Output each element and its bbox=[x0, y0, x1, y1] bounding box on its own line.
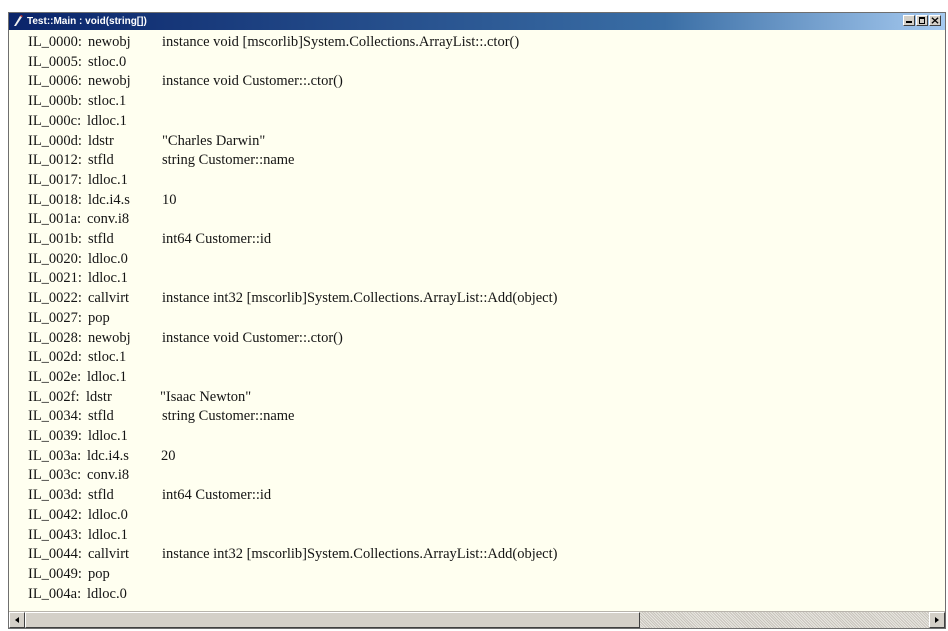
il-opcode: ldloc.1 bbox=[88, 270, 128, 287]
il-offset-label: IL_0034: bbox=[28, 408, 82, 425]
il-offset-label: IL_0005: bbox=[28, 53, 82, 70]
il-offset-label: IL_000c: bbox=[28, 112, 82, 129]
il-opcode: stfld bbox=[88, 231, 114, 247]
il-operand: instance int32 [mscorlib]System.Collecti… bbox=[162, 546, 558, 563]
il-opcode: pop bbox=[88, 309, 110, 326]
il-code-view[interactable]: IL_0000: newobj instance void [mscorlib]Sy… bbox=[9, 30, 945, 611]
il-offset-label: IL_002e: bbox=[28, 368, 82, 385]
il-offset-label: IL_003d: bbox=[28, 487, 82, 504]
il-opcode: stfld bbox=[88, 152, 114, 169]
il-opcode: pop bbox=[88, 565, 110, 582]
il-offset-label: IL_0039: bbox=[28, 428, 82, 444]
ildasm-method-window: Test::Main : void(string[]) IL_0000:newo… bbox=[8, 12, 946, 629]
il-offset-label: IL_003c: bbox=[28, 467, 82, 484]
scroll-track[interactable] bbox=[25, 612, 929, 628]
il-offset-label: IL_0043: bbox=[28, 526, 82, 543]
il-opcode: ldloc.1 bbox=[88, 428, 128, 444]
window-controls bbox=[902, 15, 941, 28]
il-offset-label: IL_0012: bbox=[28, 152, 82, 169]
il-offset-label: IL_004a: bbox=[28, 585, 82, 602]
il-operand: "Isaac Newton" bbox=[160, 388, 252, 405]
il-operand: int64 Customer::id bbox=[162, 231, 272, 247]
il-offset-label: IL_0000: bbox=[28, 34, 82, 50]
il-opcode: callvirt bbox=[88, 546, 130, 563]
window-title: Test::Main : void(string[]) bbox=[27, 16, 147, 27]
il-offset-label: IL_0022: bbox=[28, 290, 82, 307]
minimize-icon[interactable] bbox=[903, 15, 915, 26]
close-icon[interactable] bbox=[929, 15, 941, 26]
il-opcode: stloc.1 bbox=[88, 93, 127, 110]
il-opcode: ldloc.0 bbox=[87, 585, 127, 602]
scroll-left-icon[interactable] bbox=[9, 612, 25, 628]
il-offset-label: IL_000b: bbox=[28, 93, 82, 110]
il-opcode: conv.i8 bbox=[87, 211, 130, 228]
maximize-icon[interactable] bbox=[916, 15, 928, 26]
il-opcode: ldloc.1 bbox=[88, 171, 128, 188]
il-offset-label: IL_000d: bbox=[28, 132, 82, 149]
il-opcode: ldc.i4.s bbox=[88, 191, 130, 208]
il-offset-label: IL_0044: bbox=[28, 546, 82, 563]
il-opcode: ldstr bbox=[86, 388, 112, 405]
il-opcode: newobj bbox=[88, 34, 131, 50]
il-opcode: ldloc.1 bbox=[87, 112, 127, 129]
il-offset-label: IL_0027: bbox=[28, 309, 82, 326]
il-opcode: ldloc.0 bbox=[88, 250, 128, 267]
il-operand: instance int32 [mscorlib]System.Collecti… bbox=[162, 290, 558, 307]
scroll-right-icon[interactable] bbox=[929, 612, 945, 628]
il-offset-label: IL_0049: bbox=[28, 565, 82, 582]
method-icon bbox=[14, 15, 23, 26]
il-offset-label: IL_0021: bbox=[28, 270, 82, 287]
il-opcode: ldloc.1 bbox=[88, 526, 128, 543]
il-operand: string Customer::name bbox=[162, 408, 295, 425]
il-offset-label: IL_002d: bbox=[28, 349, 82, 366]
il-opcode: stloc.1 bbox=[88, 349, 127, 366]
il-operand: instance void [mscorlib]System.Collectio… bbox=[162, 34, 520, 50]
il-offset-label: IL_002f: bbox=[28, 388, 80, 405]
il-operand: instance void Customer::.ctor() bbox=[162, 73, 343, 90]
il-opcode: conv.i8 bbox=[87, 467, 130, 484]
il-opcode: ldc.i4.s bbox=[87, 447, 129, 464]
il-opcode: newobj bbox=[88, 73, 131, 90]
il-opcode: ldstr bbox=[88, 132, 114, 149]
il-opcode: stfld bbox=[88, 487, 114, 504]
il-opcode: callvirt bbox=[88, 290, 130, 307]
il-opcode: newobj bbox=[88, 329, 131, 346]
il-offset-label: IL_001a: bbox=[28, 211, 82, 228]
il-opcode: stloc.0 bbox=[88, 53, 127, 70]
il-offset-label: IL_0020: bbox=[28, 250, 82, 267]
il-offset-label: IL_0042: bbox=[28, 506, 82, 523]
il-operand: string Customer::name bbox=[162, 152, 295, 169]
il-operand: int64 Customer::id bbox=[162, 487, 272, 504]
il-opcode: stfld bbox=[88, 408, 114, 425]
il-offset-label: IL_0006: bbox=[28, 73, 82, 90]
il-offset-label: IL_0018: bbox=[28, 191, 82, 208]
scroll-thumb[interactable] bbox=[25, 612, 640, 628]
il-operand: "Charles Darwin" bbox=[162, 132, 266, 149]
il-offset-label: IL_003a: bbox=[28, 447, 82, 464]
il-offset-label: IL_0017: bbox=[28, 171, 82, 188]
horizontal-scrollbar[interactable] bbox=[9, 611, 945, 628]
il-opcode: ldloc.0 bbox=[88, 506, 128, 523]
il-operand: 20 bbox=[161, 447, 176, 464]
il-opcode: ldloc.1 bbox=[87, 368, 127, 385]
title-bar[interactable]: Test::Main : void(string[]) bbox=[9, 13, 945, 30]
il-operand: instance void Customer::.ctor() bbox=[162, 329, 343, 346]
il-offset-label: IL_001b: bbox=[28, 231, 82, 247]
il-offset-label: IL_0028: bbox=[28, 329, 82, 346]
il-operand: 10 bbox=[162, 191, 177, 208]
